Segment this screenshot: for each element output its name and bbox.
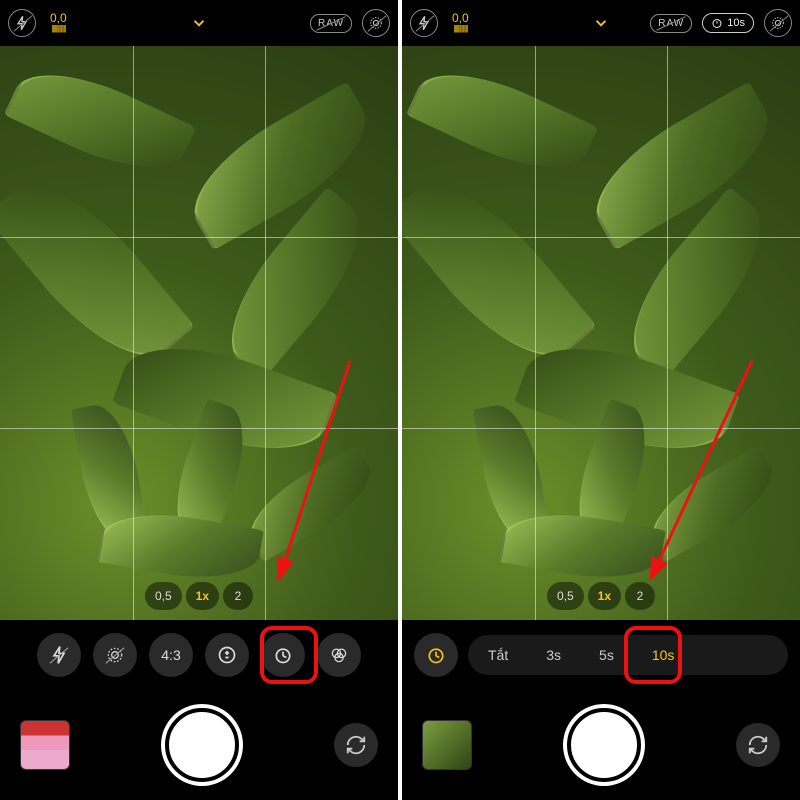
filters-button[interactable] <box>317 633 361 677</box>
last-photo-thumbnail[interactable] <box>20 720 70 770</box>
timer-button[interactable] <box>261 633 305 677</box>
raw-toggle[interactable]: RAW <box>310 14 352 33</box>
chevron-down-icon[interactable] <box>586 8 616 38</box>
zoom-controls: 0,5 1x 2 <box>145 582 253 610</box>
timer-status-label: 10s <box>727 17 745 29</box>
timer-options-pill: Tắt 3s 5s 10s <box>468 635 788 675</box>
timer-icon-button[interactable] <box>414 633 458 677</box>
camera-screen-left: 0,0 ||||||||||||| RAW 0,5 1x 2 <box>0 0 398 800</box>
timer-status-badge[interactable]: 10s <box>702 13 754 33</box>
live-photo-icon[interactable] <box>764 9 792 37</box>
zoom-0-5x[interactable]: 0,5 <box>145 582 182 610</box>
timer-options-row: Tắt 3s 5s 10s <box>402 620 800 690</box>
exposure-ruler-icon: ||||||||||||| <box>453 25 467 34</box>
timer-option-5s[interactable]: 5s <box>589 643 624 667</box>
shutter-button[interactable] <box>165 708 239 782</box>
exposure-indicator[interactable]: 0,0 ||||||||||||| <box>452 12 469 34</box>
camera-flip-button[interactable] <box>736 723 780 767</box>
zoom-1x[interactable]: 1x <box>186 582 219 610</box>
zoom-controls: 0,5 1x 2 <box>547 582 655 610</box>
zoom-2x[interactable]: 2 <box>625 582 655 610</box>
live-photo-button[interactable] <box>93 633 137 677</box>
controls-row: 4:3 <box>0 620 398 690</box>
camera-flip-button[interactable] <box>334 723 378 767</box>
shutter-button[interactable] <box>567 708 641 782</box>
top-bar: 0,0 ||||||||||||| RAW 10s <box>402 0 800 46</box>
flash-icon[interactable] <box>410 9 438 37</box>
last-photo-thumbnail[interactable] <box>422 720 472 770</box>
live-photo-icon[interactable] <box>362 9 390 37</box>
flash-icon[interactable] <box>8 9 36 37</box>
aspect-ratio-button[interactable]: 4:3 <box>149 633 193 677</box>
shutter-row <box>402 690 800 800</box>
zoom-0-5x[interactable]: 0,5 <box>547 582 584 610</box>
chevron-down-icon[interactable] <box>184 8 214 38</box>
top-bar: 0,0 ||||||||||||| RAW <box>0 0 398 46</box>
zoom-1x[interactable]: 1x <box>588 582 621 610</box>
viewfinder[interactable]: 0,5 1x 2 <box>402 46 800 620</box>
exposure-indicator[interactable]: 0,0 ||||||||||||| <box>50 12 67 34</box>
zoom-2x[interactable]: 2 <box>223 582 253 610</box>
timer-option-3s[interactable]: 3s <box>536 643 571 667</box>
viewfinder[interactable]: 0,5 1x 2 <box>0 46 398 620</box>
exposure-ruler-icon: ||||||||||||| <box>51 25 65 34</box>
flash-button[interactable] <box>37 633 81 677</box>
raw-toggle[interactable]: RAW <box>650 14 692 33</box>
timer-option-10s[interactable]: 10s <box>642 643 685 667</box>
shutter-row <box>0 690 398 800</box>
camera-screen-right: 0,0 ||||||||||||| RAW 10s 0,5 <box>402 0 800 800</box>
timer-option-off[interactable]: Tắt <box>478 643 518 667</box>
exposure-button[interactable] <box>205 633 249 677</box>
